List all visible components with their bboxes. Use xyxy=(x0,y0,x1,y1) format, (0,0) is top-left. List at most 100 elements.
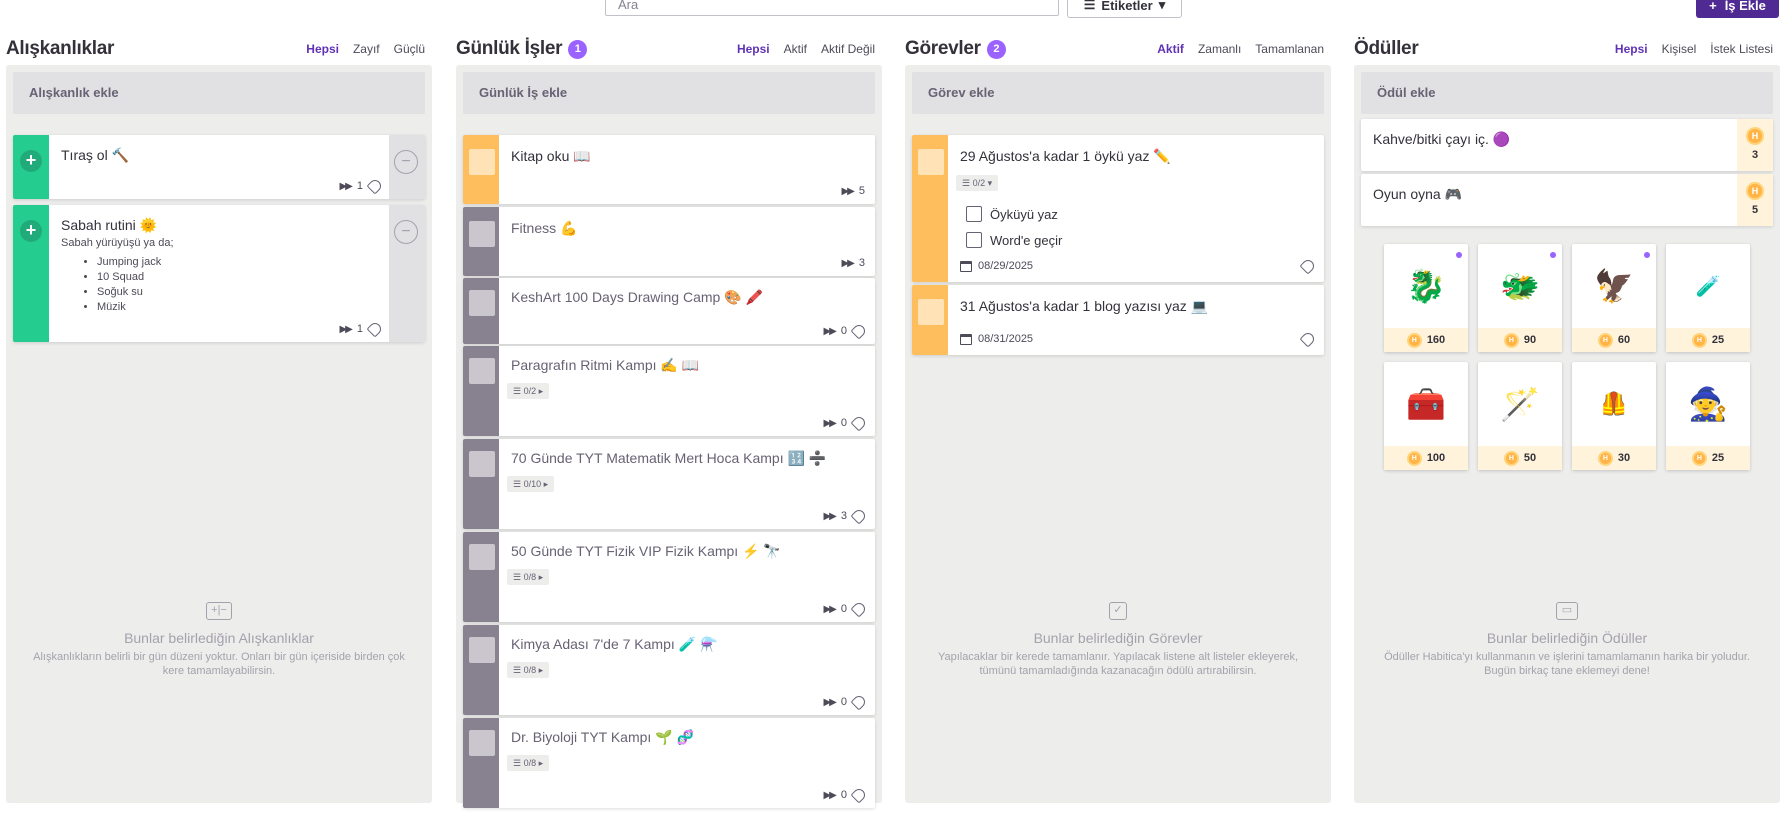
daily-streak: 5 xyxy=(858,185,865,197)
dailies-count-badge: 1 xyxy=(568,39,588,59)
reward-card[interactable]: Oyun oyna 🎮 H 5 xyxy=(1361,174,1773,226)
habits-filter-all[interactable]: Hepsi xyxy=(299,36,346,67)
streak-icon: ▶▶ xyxy=(823,510,836,522)
daily-checkbox[interactable] xyxy=(469,637,495,663)
dailies-header: Günlük İşler 1 Hepsi Aktif Aktif Değil xyxy=(456,36,882,67)
checklist-toggle[interactable]: ☰ 0/8 ▸ xyxy=(507,755,550,771)
todo-card[interactable]: 31 Ağustos'a kadar 1 blog yazısı yaz 💻 0… xyxy=(912,285,1324,355)
daily-meta: ▶▶ 5 xyxy=(841,185,865,197)
streak-icon: ▶▶ xyxy=(823,789,836,801)
tag-icon[interactable] xyxy=(850,786,868,804)
tag-icon[interactable] xyxy=(366,320,384,338)
dailies-column: Günlük İşler 1 Hepsi Aktif Aktif Değil G… xyxy=(456,36,882,808)
todos-filter-completed[interactable]: Tamamlanan xyxy=(1248,36,1331,67)
daily-card[interactable]: Paragrafın Ritmi Kampı ✍️ 📖 ☰ 0/2 ▸ ▶▶ 0 xyxy=(463,346,875,436)
shop-item[interactable]: 🪄 H 50 xyxy=(1478,362,1562,470)
tag-icon[interactable] xyxy=(850,693,868,711)
rewards-filter-all[interactable]: Hepsi xyxy=(1607,36,1655,67)
todo-checkbox[interactable] xyxy=(918,299,944,325)
tag-icon[interactable] xyxy=(1299,257,1317,275)
add-daily-input[interactable]: Günlük İş ekle xyxy=(463,72,875,114)
gold-coin-icon: H xyxy=(1746,182,1764,200)
tag-icon[interactable] xyxy=(366,177,384,195)
daily-checkbox[interactable] xyxy=(469,290,495,316)
shop-item[interactable]: 🧰 H 100 xyxy=(1384,362,1468,470)
checklist-toggle[interactable]: ☰ 0/2 ▾ xyxy=(956,175,999,191)
dailies-filter-active[interactable]: Aktif xyxy=(777,36,814,67)
checklist-checkbox[interactable] xyxy=(966,232,982,248)
search-input[interactable]: Ara xyxy=(605,0,1059,16)
daily-meta: ▶▶ 3 xyxy=(823,507,868,525)
checklist-checkbox[interactable] xyxy=(966,206,982,222)
daily-card[interactable]: 50 Günde TYT Fizik VIP Fizik Kampı ⚡ 🔭 ☰… xyxy=(463,532,875,622)
todos-filter-scheduled[interactable]: Zamanlı xyxy=(1191,36,1248,67)
daily-title: Kitap oku 📖 xyxy=(511,148,591,164)
shop-item[interactable]: 🧙 H 25 xyxy=(1666,362,1750,470)
daily-checkbox[interactable] xyxy=(469,544,495,570)
shop-item[interactable]: 🧪 H 25 xyxy=(1666,244,1750,352)
daily-card[interactable]: Fitness 💪 ▶▶ 3 xyxy=(463,207,875,276)
plus-icon: + xyxy=(1709,0,1717,13)
shop-item[interactable]: 🐲 H 90 xyxy=(1478,244,1562,352)
plus-icon[interactable]: + xyxy=(20,220,42,242)
shop-item-image: 🐉 xyxy=(1406,268,1446,304)
shop-item-image: 🦺 xyxy=(1600,391,1628,416)
minus-icon[interactable]: − xyxy=(394,150,418,174)
daily-checkbox[interactable] xyxy=(469,149,495,175)
daily-card[interactable]: Dr. Biyoloji TYT Kampı 🌱 🧬 ☰ 0/8 ▸ ▶▶ 0 xyxy=(463,718,875,808)
tag-icon[interactable] xyxy=(850,414,868,432)
rewards-filter-wishlist[interactable]: İstek Listesi xyxy=(1703,36,1780,67)
todo-checkbox[interactable] xyxy=(918,149,944,175)
add-reward-input[interactable]: Ödül ekle xyxy=(1361,72,1773,114)
add-todo-input[interactable]: Görev ekle xyxy=(912,72,1324,114)
daily-card[interactable]: 70 Günde TYT Matematik Mert Hoca Kampı 🔢… xyxy=(463,439,875,529)
checklist-toggle[interactable]: ☰ 0/10 ▸ xyxy=(507,476,555,492)
habits-filter-weak[interactable]: Zayıf xyxy=(346,36,387,67)
add-habit-input[interactable]: Alışkanlık ekle xyxy=(13,72,425,114)
reward-buy-button[interactable]: H 3 xyxy=(1737,119,1773,171)
reward-card[interactable]: Kahve/bitki çayı iç. 🟣 H 3 xyxy=(1361,119,1773,171)
reward-buy-button[interactable]: H 5 xyxy=(1737,174,1773,226)
shop-items-grid: 🐉 H 160 🐲 H 90 🦅 H 60 🧪 H 25 🧰 H 100 🪄 H… xyxy=(1384,244,1750,470)
todo-card[interactable]: 29 Ağustos'a kadar 1 öykü yaz ✏️ ☰ 0/2 ▾… xyxy=(912,135,1324,282)
list-item: Jumping jack xyxy=(97,255,161,270)
tags-dropdown-button[interactable]: ☰ Etiketler ▾ xyxy=(1067,0,1182,18)
daily-card[interactable]: Kimya Adası 7'de 7 Kampı 🧪 ⚗️ ☰ 0/8 ▸ ▶▶… xyxy=(463,625,875,715)
tag-icon[interactable] xyxy=(850,600,868,618)
add-task-button[interactable]: + İş Ekle xyxy=(1696,0,1779,18)
checklist-item[interactable]: Word'e geçir xyxy=(966,232,1062,248)
daily-checkbox[interactable] xyxy=(469,221,495,247)
rewards-filter-custom[interactable]: Kişisel xyxy=(1655,36,1704,67)
checklist-item[interactable]: Öyküyü yaz xyxy=(966,206,1058,222)
tag-icon[interactable] xyxy=(850,507,868,525)
daily-checkbox[interactable] xyxy=(469,451,495,477)
plus-icon[interactable]: + xyxy=(20,150,42,172)
dailies-filter-all[interactable]: Hepsi xyxy=(729,36,777,67)
daily-meta: ▶▶ 0 xyxy=(823,414,868,432)
streak-icon: ▶▶ xyxy=(823,603,836,615)
empty-title: Bunlar belirlediğin Görevler xyxy=(1033,630,1203,646)
daily-checkbox[interactable] xyxy=(469,730,495,756)
daily-card[interactable]: KeshArt 100 Days Drawing Camp 🎨 🖍️ ▶▶ 0 xyxy=(463,278,875,344)
todo-meta xyxy=(1299,257,1317,275)
daily-card[interactable]: Kitap oku 📖 ▶▶ 5 xyxy=(463,135,875,204)
shop-item[interactable]: 🦅 H 60 xyxy=(1572,244,1656,352)
shop-item[interactable]: 🦺 H 30 xyxy=(1572,362,1656,470)
gold-coin-icon: H xyxy=(1406,450,1422,466)
dailies-filter-inactive[interactable]: Aktif Değil xyxy=(814,36,882,67)
daily-checkbox[interactable] xyxy=(469,358,495,384)
checklist-toggle[interactable]: ☰ 0/2 ▸ xyxy=(507,383,550,399)
habit-card[interactable]: + − Tıraş ol 🔨 ▶▶ 1 xyxy=(13,135,425,199)
todo-meta xyxy=(1299,330,1317,348)
habits-filter-strong[interactable]: Güçlü xyxy=(387,36,432,67)
habit-card[interactable]: + − Sabah rutini 🌞 Sabah yürüyüşü ya da;… xyxy=(13,205,425,342)
minus-icon[interactable]: − xyxy=(394,220,418,244)
checklist-toggle[interactable]: ☰ 0/8 ▸ xyxy=(507,662,550,678)
tag-icon[interactable] xyxy=(1299,330,1317,348)
shop-item[interactable]: 🐉 H 160 xyxy=(1384,244,1468,352)
todos-filter-active[interactable]: Aktif xyxy=(1150,36,1191,67)
todos-list: Görev ekle 29 Ağustos'a kadar 1 öykü yaz… xyxy=(905,65,1331,803)
checklist-toggle[interactable]: ☰ 0/8 ▸ xyxy=(507,569,550,585)
tag-icon[interactable] xyxy=(850,322,868,340)
rewards-column: Ödüller Hepsi Kişisel İstek Listesi Ödül… xyxy=(1354,36,1780,803)
